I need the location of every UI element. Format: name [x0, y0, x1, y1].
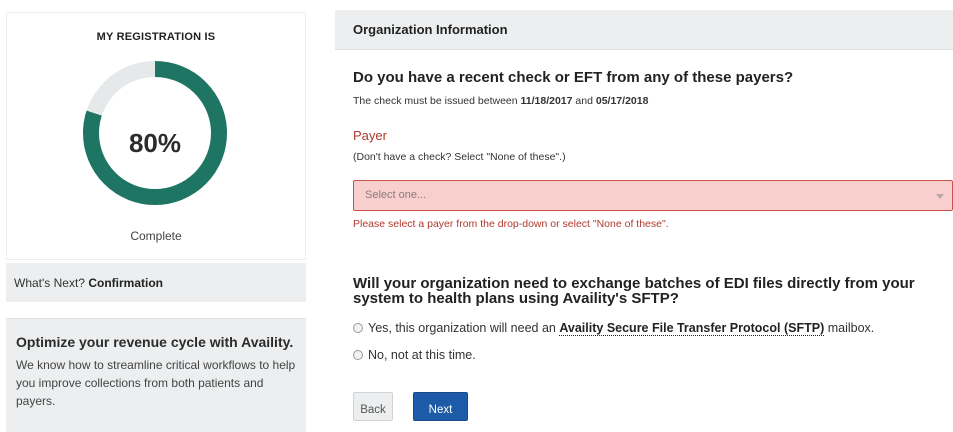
check-note-prefix: The check must be issued between [353, 95, 518, 107]
radio-yes[interactable] [353, 323, 363, 333]
sftp-option-no-text: No, not at this time. [368, 348, 476, 362]
payer-hint: (Don't have a check? Select "None of the… [353, 151, 566, 163]
check-date-end: 05/17/2018 [595, 95, 649, 107]
section-header: Organization Information [335, 10, 953, 50]
registration-title: MY REGISTRATION IS [96, 31, 216, 43]
sftp-info-link[interactable]: Availity Secure File Transfer Protocol (… [559, 321, 825, 336]
check-note-and: and [575, 95, 593, 107]
radio-no[interactable] [353, 350, 363, 360]
sftp-option-no[interactable]: No, not at this time. [353, 348, 476, 362]
sftp-option-yes[interactable]: Yes, this organization will need an Avai… [353, 321, 875, 336]
whats-next-bar: What's Next? Confirmation [6, 263, 306, 302]
main-panel: Organization Information Do you have a r… [335, 10, 953, 432]
check-date-note: The check must be issued between 11/18/2… [353, 95, 648, 107]
promo-title: Optimize your revenue cycle with Availit… [16, 334, 294, 350]
whats-next-label: What's Next? [14, 276, 85, 290]
sftp-option-yes-suffix: mailbox. [827, 321, 875, 335]
sftp-option-yes-text: Yes, this organization will need an Avai… [368, 321, 875, 336]
payer-error-message: Please select a payer from the drop-down… [353, 218, 669, 230]
sftp-option-yes-prefix: Yes, this organization will need an [368, 321, 556, 335]
back-button[interactable]: Back [353, 392, 393, 421]
check-question: Do you have a recent check or EFT from a… [353, 69, 794, 86]
payer-label: Payer [353, 128, 387, 143]
check-date-start: 11/18/2017 [520, 95, 573, 107]
progress-status: Complete [130, 229, 182, 243]
payer-select-placeholder: Select one... [365, 189, 427, 201]
registration-progress-card: MY REGISTRATION IS 80% Complete [6, 12, 306, 260]
promo-text: We know how to streamline critical workf… [16, 358, 296, 408]
sftp-question: Will your organization need to exchange … [353, 275, 915, 307]
promo-panel: Optimize your revenue cycle with Availit… [6, 318, 306, 432]
next-button[interactable]: Next [413, 392, 468, 421]
progress-percent: 80% [128, 128, 182, 158]
whats-next-step: Confirmation [88, 276, 163, 290]
left-sidebar: MY REGISTRATION IS 80% Complete What's N… [0, 0, 307, 432]
payer-select[interactable]: Select one... [353, 180, 953, 211]
chevron-down-icon [936, 194, 944, 199]
